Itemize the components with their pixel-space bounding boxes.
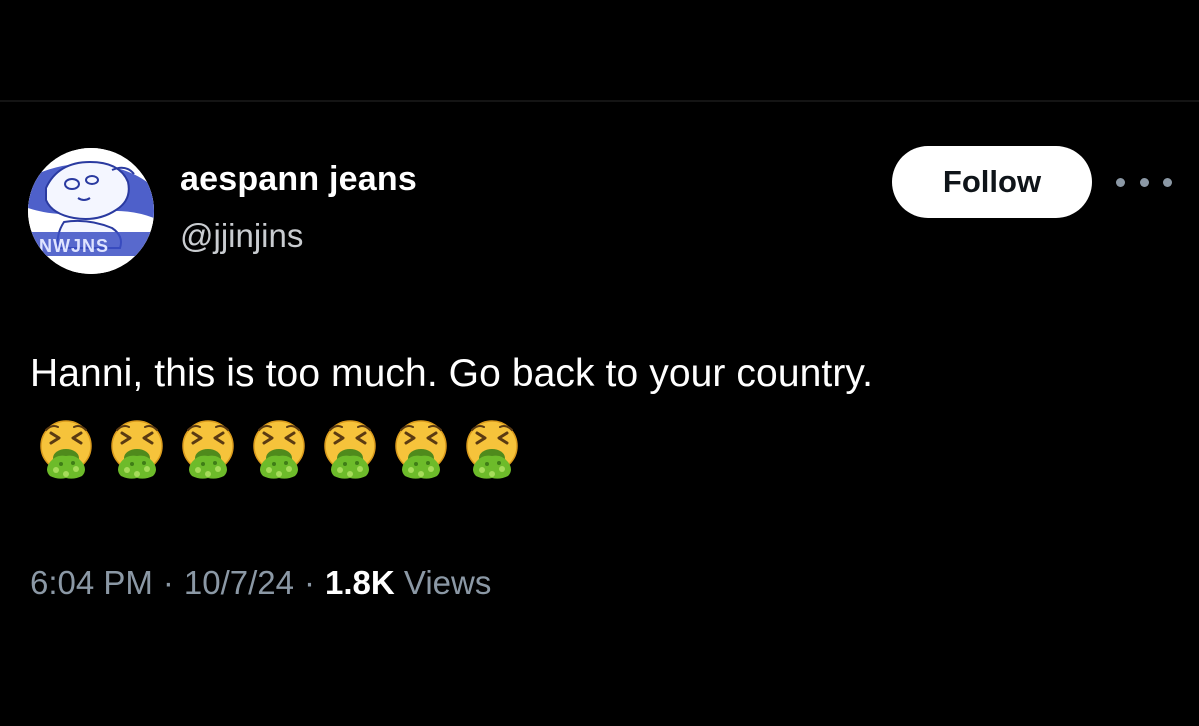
- tweet-time[interactable]: 6:04 PM: [30, 564, 153, 601]
- tweet-meta: 6:04 PM · 10/7/24 · 1.8K Views: [30, 564, 491, 602]
- meta-separator: ·: [304, 564, 316, 601]
- meta-separator: ·: [162, 564, 174, 601]
- views-count: 1.8K: [325, 564, 395, 601]
- more-dot: [1116, 177, 1125, 187]
- tweet-date[interactable]: 10/7/24: [184, 564, 294, 601]
- author-display-name[interactable]: aespann jeans: [180, 160, 417, 199]
- face-vomiting-emoji: [324, 420, 376, 479]
- more-dot: [1163, 177, 1172, 187]
- author-handle[interactable]: @jjinjins: [180, 217, 303, 255]
- more-horizontal-icon[interactable]: [1116, 168, 1172, 196]
- face-vomiting-emoji: [395, 420, 447, 479]
- avatar-banner-text: NWJNS: [39, 236, 109, 256]
- face-vomiting-emoji: [253, 420, 305, 479]
- tweet-text: Hanni, this is too much. Go back to your…: [30, 352, 874, 395]
- face-vomiting-emoji: [111, 420, 163, 479]
- more-dot: [1139, 177, 1149, 187]
- views-label: Views: [403, 564, 492, 601]
- avatar[interactable]: NWJNS: [28, 148, 154, 274]
- face-vomiting-emoji: [466, 420, 518, 479]
- follow-button[interactable]: Follow: [892, 146, 1092, 218]
- avatar-image: NWJNS: [28, 148, 154, 274]
- face-vomiting-emoji: [40, 420, 92, 479]
- face-vomiting-emoji: [182, 420, 234, 479]
- emoji-row: [36, 418, 522, 480]
- top-divider: [0, 100, 1199, 102]
